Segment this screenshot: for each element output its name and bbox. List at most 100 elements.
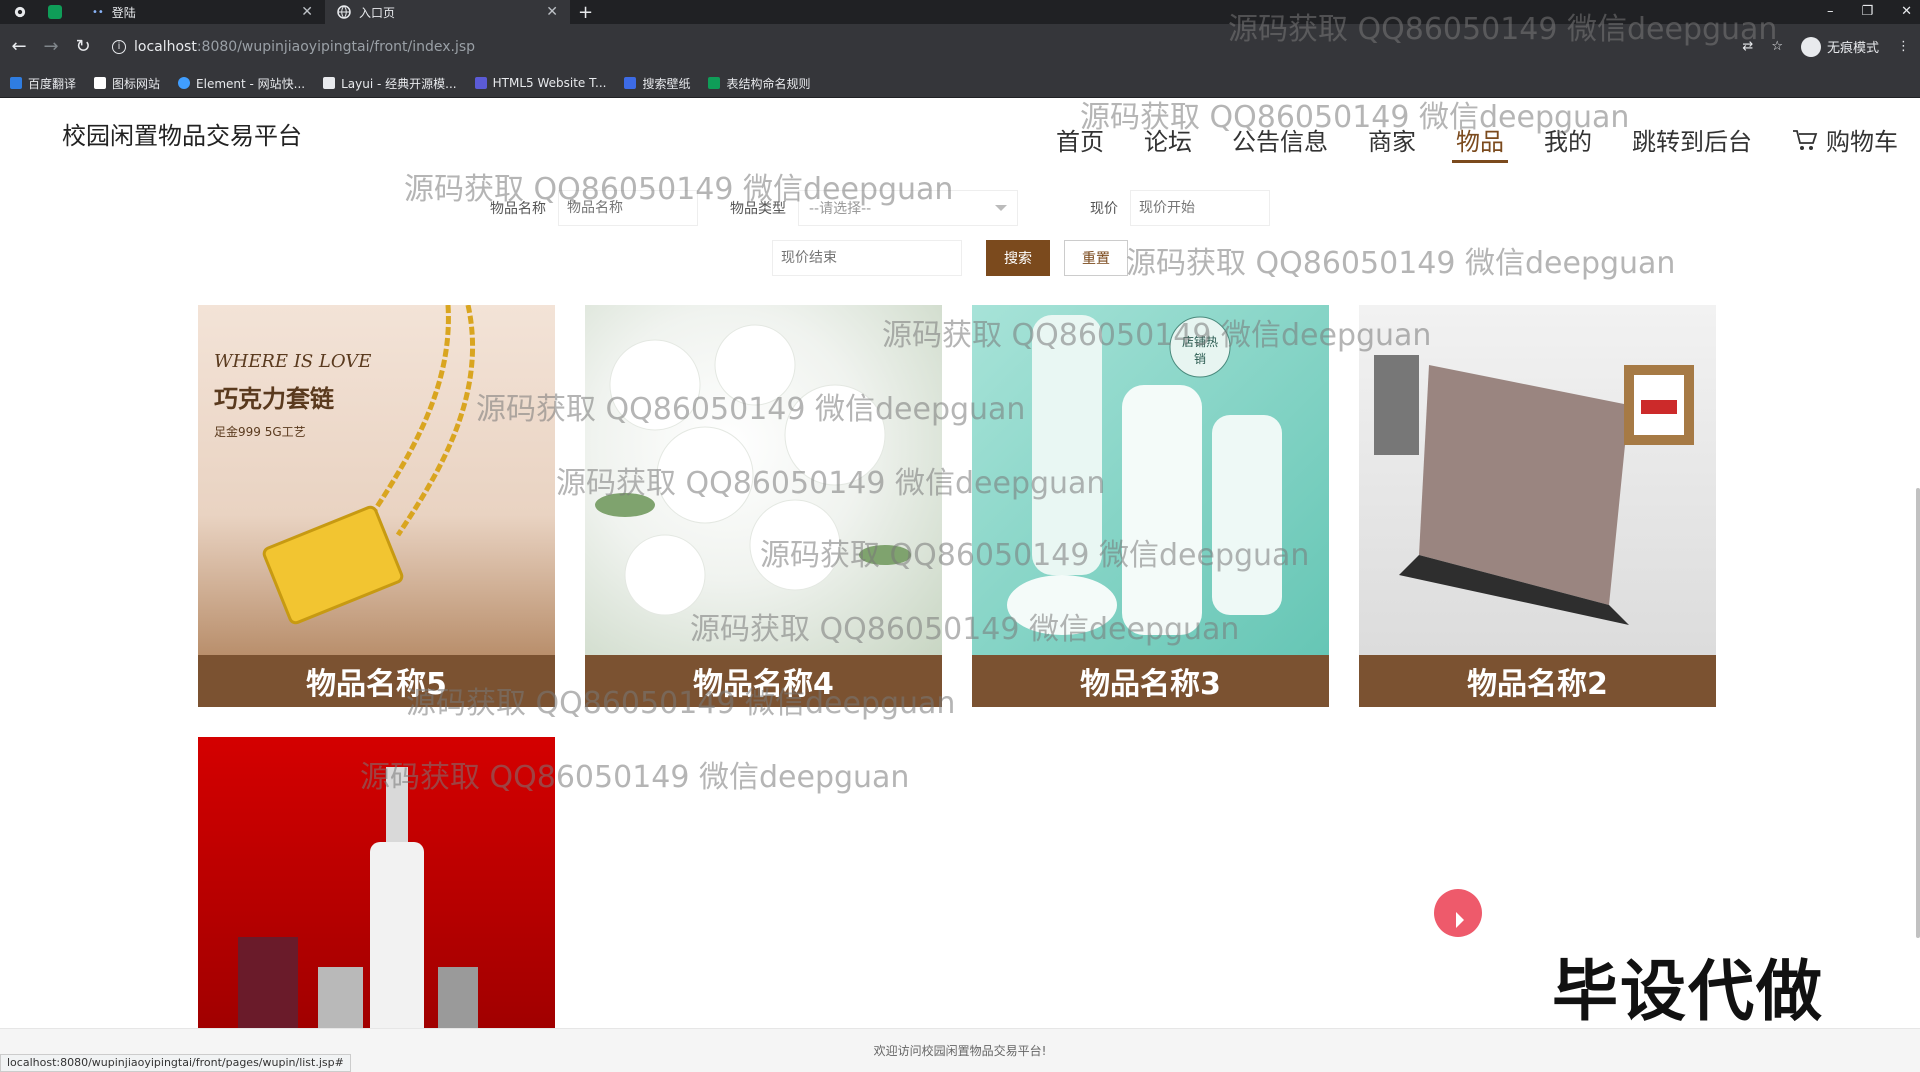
hot-sale-tag: 店铺热销 [1181,335,1218,366]
flag-icon [94,77,107,89]
close-tab-icon[interactable]: ✕ [301,4,313,20]
site-title: 校园闲置物品交易平台 [62,122,302,150]
bookmarks-bar: 百度翻译 图标网站 Element - 网站快... Layui - 经典开源模… [0,69,1920,98]
price-label: 现价 [1090,201,1118,217]
restore-button[interactable]: ❐ [1861,0,1873,24]
bookmark-star-icon[interactable]: ☆ [1771,39,1783,54]
product-card[interactable]: WHERE IS LOVE 巧克力套链 足金999 5G工艺 物品名称5 [198,305,555,707]
search-actions: 搜索 重置 [772,240,1128,276]
reload-icon[interactable]: ↻ [74,36,92,57]
html5-favicon-icon [474,77,487,89]
watermark: 源码获取 QQ86050149 微信deepguan [1126,246,1676,281]
chevron-down-icon [995,205,1007,211]
bookmark-label: 表结构命名规则 [726,76,811,91]
nav-items[interactable]: 物品 [1452,122,1508,163]
product-name: 物品名称3 [972,655,1329,707]
bookmark-item[interactable]: 表结构命名规则 [708,75,810,92]
type-select[interactable]: --请选择-- [798,190,1018,226]
nav-cart[interactable]: 购物车 [1792,122,1898,163]
browser-tab-strip: •• 登陆 ✕ 入口页 ✕ + – ❐ ✕ [0,0,1920,24]
nav-forum[interactable]: 论坛 [1144,122,1192,163]
search-form: 物品名称 物品类型 --请选择-- 现价 [490,190,1270,226]
product-card[interactable]: 店铺热销 物品名称3 [972,305,1329,707]
forward-arrow-icon[interactable]: → [42,36,60,57]
gold-chain-icon [262,305,475,625]
laptop-image [1359,305,1716,655]
product-name: 物品名称5 [198,655,555,707]
product-card[interactable]: 物品名称2 [1359,305,1716,707]
link-status-bar: localhost:8080/wupinjiaoyipingtai/front/… [0,1054,351,1072]
product-card[interactable] [198,737,555,1033]
wallpaper-favicon-icon [624,77,637,89]
profile-label: 无痕模式 [1826,41,1879,56]
back-arrow-icon[interactable]: ← [10,36,28,57]
tab-title: 登陆 [111,5,136,20]
url-host: localhost [134,38,197,55]
bookmark-item[interactable]: 搜索壁纸 [624,75,690,92]
new-tab-button[interactable]: + [578,2,593,23]
bookmark-label: 搜索壁纸 [642,76,691,91]
price-start-input[interactable] [1130,190,1270,226]
window-controls: – ❐ ✕ [1827,0,1912,24]
perfume-bottle-icon [238,767,478,1033]
info-icon[interactable]: i [112,39,126,54]
main-nav: 首页 论坛 公告信息 商家 物品 我的 跳转到后台 购物车 [1056,122,1898,163]
overlay-badge: 毕设代做 [1552,953,1824,1030]
bookmark-label: Layui - 经典开源模... [341,76,457,91]
bookmark-item[interactable]: Layui - 经典开源模... [323,75,457,92]
translate-icon[interactable]: ⇄ [1742,39,1753,54]
dots-favicon-icon: •• [92,6,104,18]
reset-button[interactable]: 重置 [1064,240,1128,276]
nav-home[interactable]: 首页 [1056,122,1104,163]
chrome-menu-icon[interactable] [0,0,40,24]
minimize-button[interactable]: – [1827,0,1834,24]
bookmark-label: HTML5 Website T... [492,76,607,90]
bookmark-label: 图标网站 [112,76,161,91]
pinned-tab[interactable] [40,0,80,24]
nav-announcements[interactable]: 公告信息 [1232,122,1328,163]
name-label: 物品名称 [490,201,546,217]
incognito-icon [1800,36,1821,57]
price-end-input[interactable] [772,240,962,276]
white-roses-icon [595,324,911,616]
flowers-image [585,305,942,655]
bookmark-item[interactable]: HTML5 Website T... [474,76,607,90]
laptop-icon [1374,355,1694,625]
tab-login[interactable]: •• 登陆 ✕ [80,0,325,24]
profile-button[interactable]: 无痕模式 [1800,36,1879,57]
bookmark-label: Element - 网站快... [196,76,306,91]
type-select-value: --请选择-- [809,201,872,217]
name-input[interactable] [558,190,698,226]
product-card[interactable]: 物品名称4 [585,305,942,707]
tab-title: 入口页 [359,5,396,20]
element-favicon-icon [178,77,191,89]
close-tab-icon[interactable]: ✕ [546,4,558,20]
close-window-button[interactable]: ✕ [1901,0,1912,24]
bookmark-item[interactable]: 百度翻译 [10,75,76,92]
page-content: 校园闲置物品交易平台 首页 论坛 公告信息 商家 物品 我的 跳转到后台 购物车… [0,12,1920,1072]
nav-admin[interactable]: 跳转到后台 [1632,122,1752,163]
cart-label: 购物车 [1826,128,1898,156]
cart-icon [1793,129,1818,150]
product-name: 物品名称2 [1359,655,1716,707]
address-bar: ← → ↻ i localhost:8080/wupinjiaoyipingta… [0,24,1920,69]
url-path: :8080/wupinjiaoyipingtai/front/index.jsp [196,38,476,55]
nav-mine[interactable]: 我的 [1544,122,1592,163]
bookmark-favicon-icon [10,77,22,89]
search-button[interactable]: 搜索 [986,240,1050,276]
product-name: 物品名称4 [585,655,942,707]
sheet-favicon-icon [48,5,62,19]
globe-favicon-icon [337,5,351,19]
type-label: 物品类型 [730,201,786,217]
nav-merchants[interactable]: 商家 [1368,122,1416,163]
tab-entry[interactable]: 入口页 ✕ [325,0,570,24]
more-menu-icon[interactable]: ⋮ [1897,39,1910,54]
mouse-cursor-icon [1456,912,1464,928]
scrollbar-thumb[interactable] [1916,488,1920,938]
bookmark-item[interactable]: 图标网站 [94,75,160,92]
layui-favicon-icon [323,77,336,89]
skincare-bottles-image: 店铺热销 [972,305,1329,655]
page-scrollbar[interactable] [1914,98,1920,1072]
url-field[interactable]: i localhost:8080/wupinjiaoyipingtai/fron… [106,32,1728,62]
bookmark-item[interactable]: Element - 网站快... [178,75,305,92]
